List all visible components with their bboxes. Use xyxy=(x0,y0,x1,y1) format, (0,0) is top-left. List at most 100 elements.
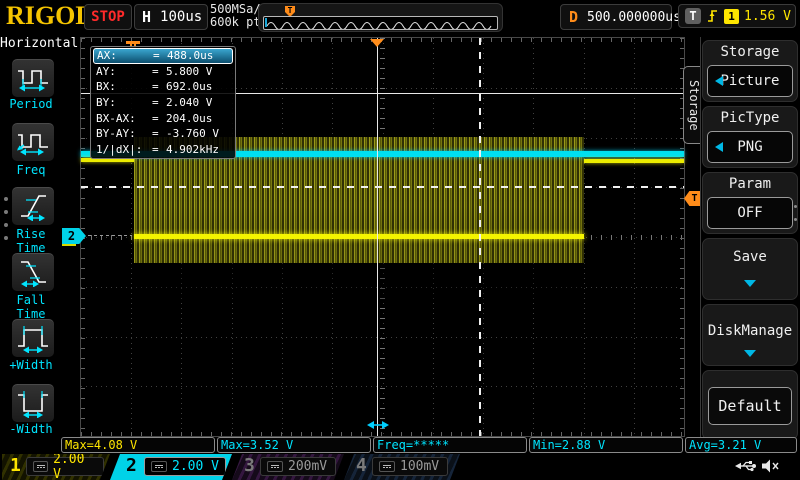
menu-item-label: PicType xyxy=(703,110,797,126)
menu-item-default[interactable]: Default xyxy=(702,370,798,440)
cursor-eq: = xyxy=(152,127,166,140)
plus-width-label: +Width xyxy=(0,358,62,372)
cursor-label: BX-AX: xyxy=(96,112,152,125)
channel-scale: 2.00 V xyxy=(53,452,97,480)
menu-page-dot xyxy=(4,210,8,214)
chevron-left-icon xyxy=(715,76,723,86)
freq-icon xyxy=(15,127,51,157)
coupling-icon xyxy=(33,461,48,472)
channel-number: 4 xyxy=(356,455,367,476)
menu-item-value[interactable]: OFF xyxy=(707,197,793,229)
cursor-eq: = xyxy=(152,80,166,93)
period-button[interactable] xyxy=(11,58,55,98)
channel-scale: 200mV xyxy=(288,459,327,474)
oscilloscope-screen: RIGOL STOP H 100us 500MSa/s 600k pts T D… xyxy=(0,0,800,480)
right-menu: Storage Picture PicType PNG Param OFF Sa… xyxy=(702,37,798,455)
cursor-row-bx: BX: = 692.0us xyxy=(93,79,233,95)
measurement-slot-3[interactable]: Freq=***** xyxy=(373,437,527,453)
right-menu-tab-storage[interactable]: Storage xyxy=(683,66,701,144)
speaker-muted-icon xyxy=(760,458,780,474)
cursor-label: BY: xyxy=(96,96,152,109)
cursor-row-ax: AX: = 488.0us xyxy=(93,48,233,64)
cursor-ax-line[interactable] xyxy=(377,38,378,436)
menu-page-dot xyxy=(4,236,8,240)
measurement-slot-1[interactable]: Max=4.08 V xyxy=(61,437,215,453)
coupling-icon xyxy=(151,461,167,472)
menu-item-label: Param xyxy=(703,176,797,192)
rigol-logo: RIGOL xyxy=(6,1,93,31)
menu-item-label: DiskManage xyxy=(703,323,797,339)
rising-edge-icon xyxy=(706,8,719,24)
cursor-eq: = xyxy=(152,112,166,125)
rise-time-icon xyxy=(15,191,51,221)
menu-item-pictype[interactable]: PicType PNG xyxy=(702,106,798,168)
run-state-indicator[interactable]: STOP xyxy=(84,4,132,30)
cursor-by-line[interactable] xyxy=(81,186,684,188)
cursor-label: AY: xyxy=(96,65,152,78)
channel-2-indicator[interactable]: 2 2.00 V xyxy=(110,454,232,480)
plus-width-icon xyxy=(15,323,51,353)
freq-button[interactable] xyxy=(11,122,55,162)
chevron-down-icon xyxy=(744,280,756,287)
ch1-burst-baseline xyxy=(134,234,584,239)
trigger-position-marker-icon[interactable] xyxy=(370,39,384,47)
cursor-value: -3.760 V xyxy=(166,127,230,140)
period-icon xyxy=(15,63,51,93)
cursor-eq: = xyxy=(152,143,166,156)
minus-width-icon xyxy=(15,388,51,418)
cursor-label: BX: xyxy=(96,80,152,93)
channel-4-indicator[interactable]: 4 100mV xyxy=(344,454,460,480)
trigger-delay-box: D 500.000000us xyxy=(560,4,672,30)
cursor-value: 692.0us xyxy=(166,80,230,93)
cursor-row-byay: BY-AY: = -3.760 V xyxy=(93,126,233,142)
freq-label: Freq xyxy=(0,163,62,177)
menu-value-text: Picture xyxy=(720,73,779,89)
menu-page-dot xyxy=(794,218,797,221)
cursor-eq: = xyxy=(152,65,166,78)
cursor-row-ay: AY: = 5.800 V xyxy=(93,64,233,80)
delay-label: D xyxy=(569,8,578,26)
period-label: Period xyxy=(0,97,62,111)
usb-icon xyxy=(734,459,758,473)
menu-page-dot xyxy=(794,205,797,208)
channel-1-indicator[interactable]: 1 2.00 V xyxy=(2,454,110,480)
timebase-value: 100us xyxy=(160,9,202,25)
chevron-down-icon xyxy=(744,350,756,357)
rise-time-label: Rise Time xyxy=(0,227,62,255)
menu-value-text: PNG xyxy=(737,139,762,155)
cursor-readout-panel: AX: = 488.0us AY: = 5.800 V BX: = 692.0u… xyxy=(90,46,236,159)
menu-value-text: OFF xyxy=(737,205,762,221)
default-button[interactable]: Default xyxy=(708,387,792,425)
menu-item-storage[interactable]: Storage Picture xyxy=(702,40,798,102)
edge-ticks xyxy=(81,432,684,436)
coupling-icon xyxy=(267,461,283,472)
trigger-level-value: 1.56 V xyxy=(744,9,791,24)
menu-item-value[interactable]: PNG xyxy=(707,131,793,163)
menu-item-value[interactable]: Picture xyxy=(707,65,793,97)
cursor-bx-line[interactable] xyxy=(479,38,481,436)
fall-time-button[interactable] xyxy=(11,252,55,292)
cursor-value: 5.800 V xyxy=(166,65,230,78)
cursor-value: 488.0us xyxy=(167,49,229,62)
rise-time-button[interactable] xyxy=(11,186,55,226)
preview-waveform-icon xyxy=(264,17,495,29)
cursor-value: 4.902kHz xyxy=(166,143,230,156)
trigger-level-marker[interactable]: T xyxy=(684,191,701,206)
channel-number: 2 xyxy=(126,455,137,476)
menu-item-param[interactable]: Param OFF xyxy=(702,172,798,234)
measurement-slot-2[interactable]: Max=3.52 V xyxy=(217,437,371,453)
fall-time-label: Fall Time xyxy=(0,293,62,321)
channel-3-indicator[interactable]: 3 200mV xyxy=(232,454,344,480)
right-menu-separator xyxy=(700,37,701,453)
coupling-icon xyxy=(379,461,395,472)
minus-width-button[interactable] xyxy=(11,383,55,423)
menu-item-diskmanage[interactable]: DiskManage xyxy=(702,304,798,366)
measurement-slot-4[interactable]: Min=2.88 V xyxy=(529,437,683,453)
waveform-preview[interactable]: T xyxy=(258,3,503,32)
menu-item-label: Storage xyxy=(703,44,797,60)
plus-width-button[interactable] xyxy=(11,318,55,358)
preview-strip xyxy=(263,16,498,30)
preview-window-bar xyxy=(265,18,267,27)
menu-item-save[interactable]: Save xyxy=(702,238,798,300)
measurement-slot-5[interactable]: Avg=3.21 V xyxy=(685,437,797,453)
